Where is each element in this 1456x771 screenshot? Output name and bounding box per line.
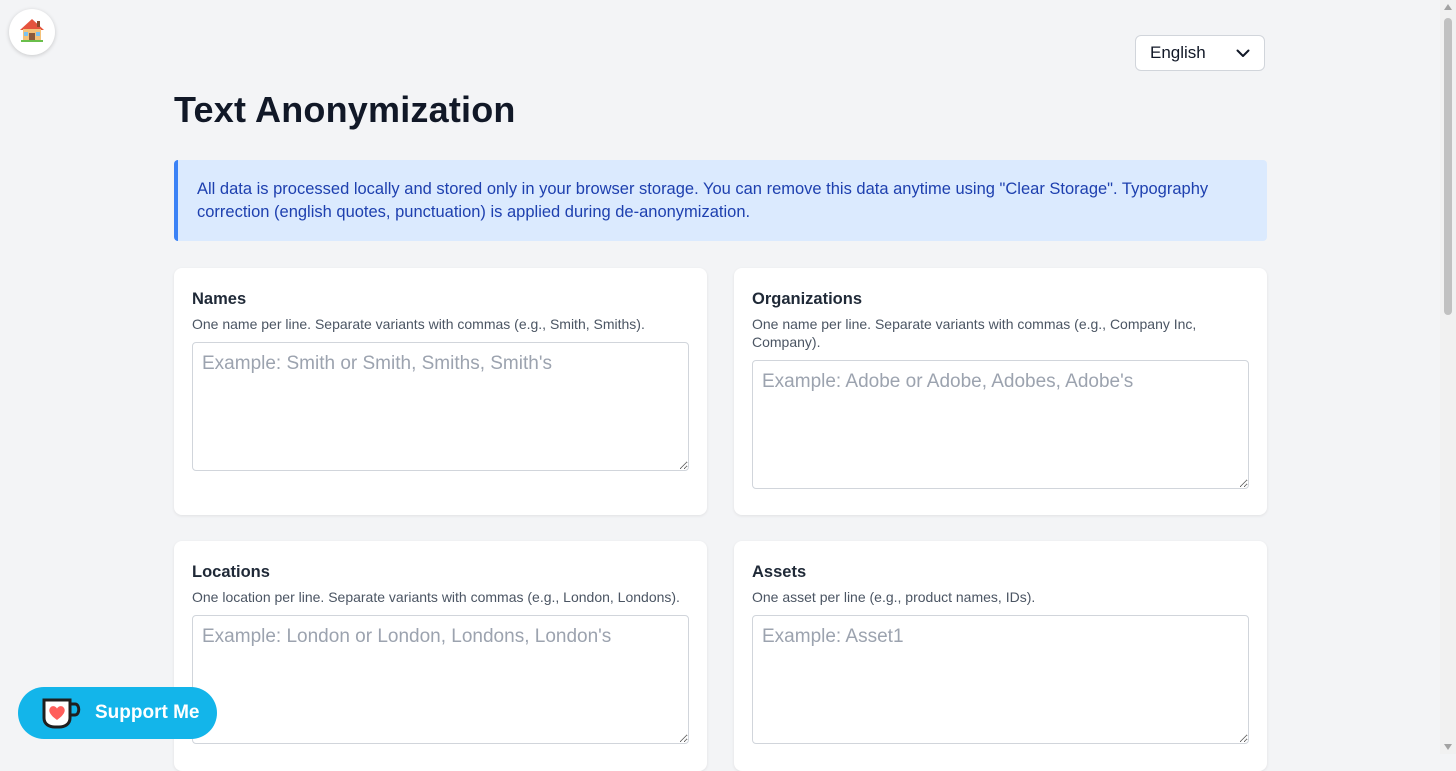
house-icon	[18, 16, 46, 49]
page-title: Text Anonymization	[174, 89, 516, 130]
support-me-button[interactable]: Support Me	[18, 687, 217, 739]
organizations-title: Organizations	[752, 290, 863, 308]
assets-textarea[interactable]	[752, 615, 1249, 744]
organizations-textarea[interactable]	[752, 360, 1249, 489]
scrollbar-thumb[interactable]	[1444, 18, 1452, 315]
organizations-card: Organizations One name per line. Separat…	[734, 268, 1267, 515]
names-card: Names One name per line. Separate varian…	[174, 268, 707, 515]
scroll-down-arrow-icon[interactable]	[1444, 744, 1452, 750]
chevron-down-icon	[1236, 43, 1250, 63]
locations-title: Locations	[192, 563, 270, 581]
language-select-value: English	[1150, 43, 1206, 62]
assets-hint: One asset per line (e.g., product names,…	[752, 589, 1036, 605]
locations-card: Locations One location per line. Separat…	[174, 541, 707, 771]
locations-hint: One location per line. Separate variants…	[192, 589, 680, 605]
names-hint: One name per line. Separate variants wit…	[192, 316, 645, 332]
organizations-hint: One name per line. Separate variants wit…	[752, 316, 1197, 350]
page-scrollbar[interactable]	[1440, 0, 1456, 754]
scroll-up-arrow-icon[interactable]	[1444, 4, 1452, 10]
locations-textarea[interactable]	[192, 615, 689, 744]
names-textarea[interactable]	[192, 342, 689, 471]
support-me-label: Support Me	[95, 702, 200, 723]
assets-card: Assets One asset per line (e.g., product…	[734, 541, 1267, 771]
info-banner-text: All data is processed locally and stored…	[197, 180, 1209, 221]
coffee-cup-icon	[40, 696, 84, 730]
info-banner: All data is processed locally and stored…	[174, 160, 1267, 241]
language-select[interactable]: English	[1135, 35, 1265, 71]
home-button[interactable]	[9, 9, 55, 55]
assets-title: Assets	[752, 563, 807, 581]
names-title: Names	[192, 290, 247, 308]
